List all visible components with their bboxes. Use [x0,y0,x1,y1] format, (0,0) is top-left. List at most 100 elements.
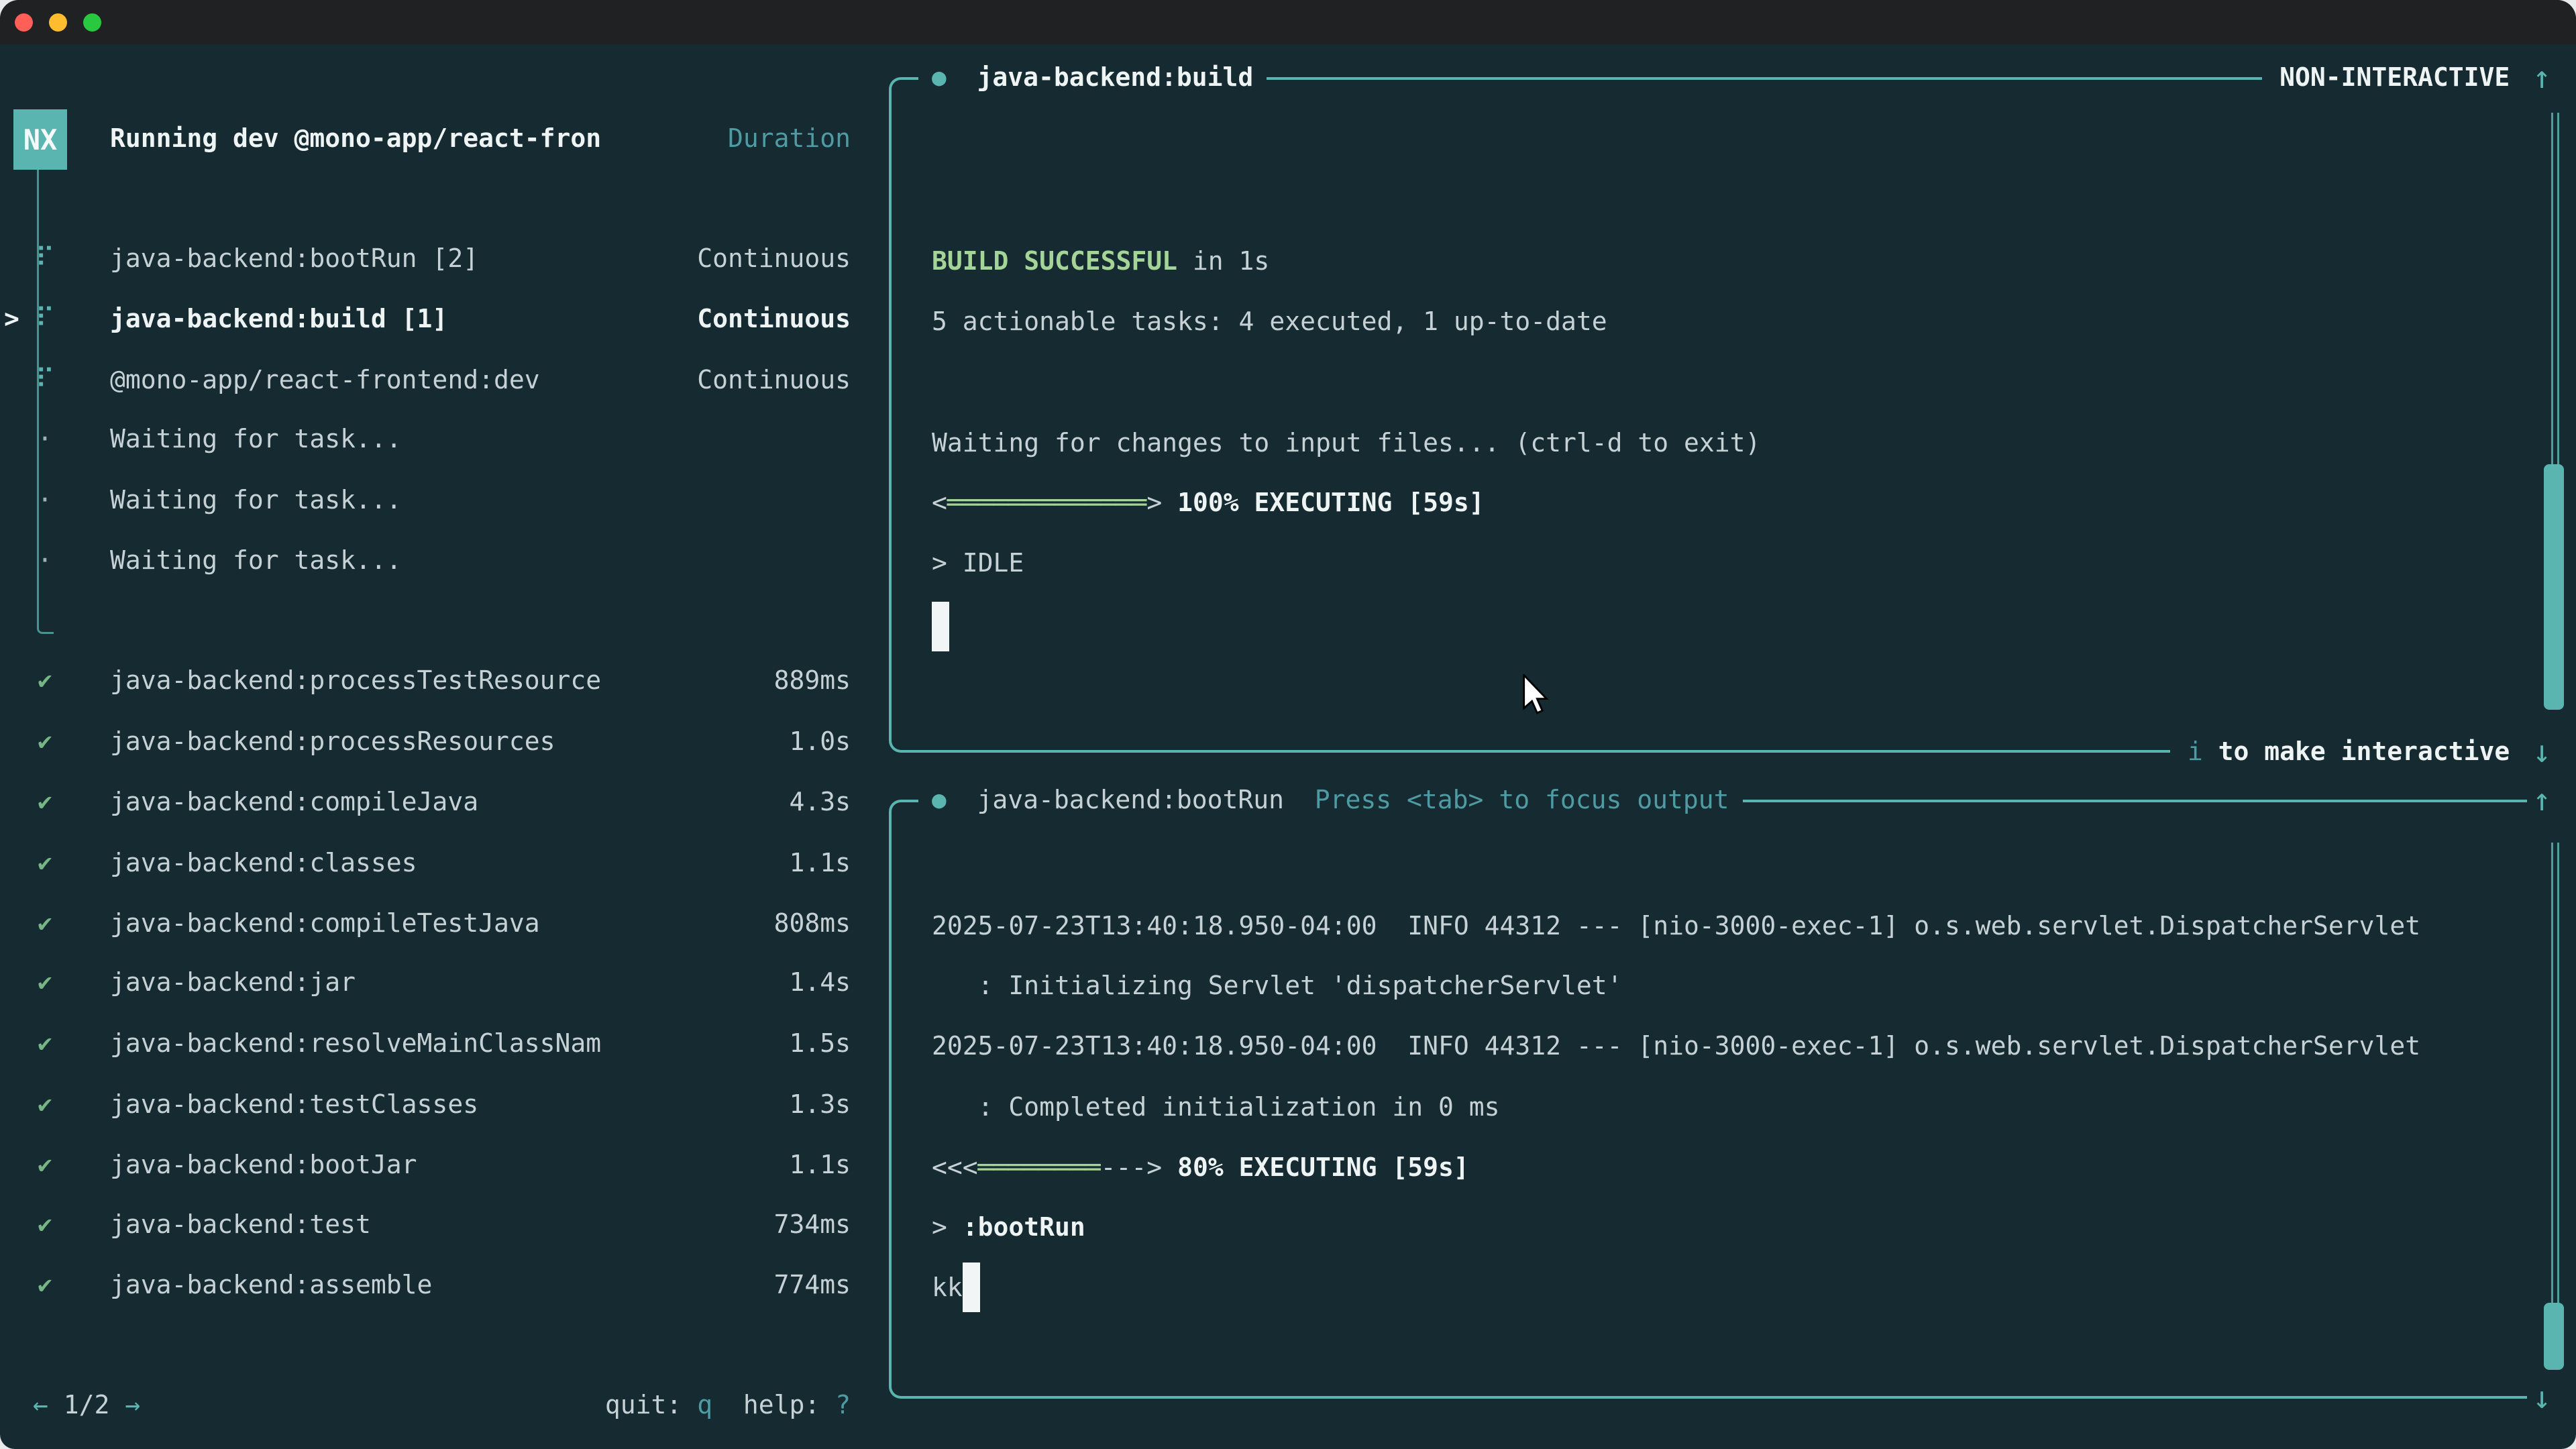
typed-text: kk [932,1273,963,1302]
bootrun-progress-line: <<<════════---> 80% EXECUTING [59s] [932,1137,1469,1197]
task-name: java-backend:testClasses [110,1074,478,1134]
check-icon: ✔ [38,969,52,996]
duration-column-header: Duration [728,108,851,168]
task-duration: 4.3s [789,771,851,832]
task-row-done[interactable]: ✔ java-backend:assemble 774ms [0,1254,889,1315]
scroll-up-icon[interactable]: ↑ [2532,59,2551,95]
task-row-frontend-dev[interactable]: ⠏ @mono-app/react-frontend:dev Continuou… [0,350,889,410]
scroll-down-icon[interactable]: ↓ [2532,1379,2551,1415]
task-name: Waiting for task... [110,409,402,469]
build-result-line: BUILD SUCCESSFUL in 1s [932,231,1269,291]
build-pane-scrollbar-thumb[interactable] [2544,464,2564,710]
spinner-icon: ⠏ [35,364,54,395]
task-row-done[interactable]: ✔ java-backend:processResources 1.0s [0,711,889,771]
scroll-up-icon[interactable]: ↑ [2532,782,2551,818]
task-row-waiting[interactable]: · Waiting for task... [0,530,889,590]
pane-status-dot-icon: ● [932,786,947,814]
sidebar-header: Running dev @mono-app/react-fron Duratio… [0,108,889,168]
check-icon: ✔ [38,1211,52,1238]
task-status: Continuous [697,350,851,410]
check-icon: ✔ [38,910,52,937]
quit-label: quit: [605,1390,697,1419]
terminal-cursor [963,1263,980,1312]
zoom-button[interactable] [83,13,101,32]
pager-next-arrow[interactable]: → [125,1390,140,1419]
terminal-cursor [932,602,949,651]
bootrun-pane-footer: ↓ [889,1367,2561,1428]
scroll-down-icon[interactable]: ↓ [2532,733,2551,769]
bootrun-prompt-line: > :bootRun [932,1197,1085,1257]
check-icon: ✔ [38,1091,52,1118]
task-duration: 774ms [774,1254,851,1315]
sidebar-footer: ← 1/2 → quit: q help: ? [0,1375,889,1435]
mouse-pointer-icon [1523,674,1550,716]
check-icon: ✔ [38,1030,52,1057]
check-icon: ✔ [38,667,52,694]
progress-bar: ═════════════ [947,488,1146,517]
bootrun-pane-header: ● java-backend:bootRun Press <tab> to fo… [889,769,2561,830]
task-list-title: Running dev @mono-app/react-fron [110,108,601,168]
non-interactive-badge: NON-INTERACTIVE [2279,62,2510,92]
window-titlebar [0,0,2576,44]
focus-hint: Press <tab> to focus output [1315,785,1729,814]
task-name: java-backend:jar [110,952,356,1012]
task-row-build-selected[interactable]: > ⠏ java-backend:build [1] Continuous [0,288,889,349]
task-name: java-backend:resolveMainClassNam [110,1013,601,1073]
quit-key-hint: q [697,1390,712,1419]
pager-prev-arrow[interactable]: ← [33,1390,48,1419]
task-row-done[interactable]: ✔ java-backend:processTestResource 889ms [0,650,889,710]
task-duration: 1.1s [789,833,851,893]
close-button[interactable] [15,13,33,32]
minimize-button[interactable] [49,13,67,32]
build-pane-header: ● java-backend:build NON-INTERACTIVE ↑ [889,47,2561,107]
check-icon: ✔ [38,849,52,877]
build-output-pane[interactable]: ● java-backend:build NON-INTERACTIVE ↑ B… [889,77,2561,753]
task-row-done[interactable]: ✔ java-backend:test 734ms [0,1194,889,1254]
task-name: java-backend:processTestResource [110,650,601,710]
build-cursor-line [932,596,949,657]
check-icon: ✔ [38,1271,52,1299]
progress-bar: ════════ [978,1152,1101,1182]
task-name: java-backend:assemble [110,1254,432,1315]
help-label: help: [712,1390,835,1419]
task-name: java-backend:classes [110,833,417,893]
task-name: java-backend:bootJar [110,1134,417,1195]
selection-caret-icon: > [4,288,19,349]
task-row-done[interactable]: ✔ java-backend:jar 1.4s [0,952,889,1012]
task-duration: 808ms [774,893,851,953]
task-row-waiting[interactable]: · Waiting for task... [0,409,889,469]
task-row-done[interactable]: ✔ java-backend:bootJar 1.1s [0,1134,889,1195]
pending-dot-icon: · [30,409,60,469]
typed-input-line[interactable]: kk [932,1257,980,1318]
spinner-icon: ⠏ [35,243,54,274]
task-row-done[interactable]: ✔ java-backend:compileJava 4.3s [0,771,889,832]
build-waiting-line: Waiting for changes to input files... (c… [932,413,1760,473]
bootrun-output-pane[interactable]: ● java-backend:bootRun Press <tab> to fo… [889,800,2561,1399]
bootrun-pane-scrollbar-thumb[interactable] [2544,1303,2564,1370]
bootrun-pane-scrollbar-track [2551,843,2559,1367]
log-line: 2025-07-23T13:40:18.950-04:00 INFO 44312… [932,1016,2420,1076]
task-name: Waiting for task... [110,470,402,530]
build-idle-line: > IDLE [932,533,1024,593]
task-name: java-backend:compileTestJava [110,893,540,953]
pane-title: java-backend:build [977,62,1253,92]
task-duration: 889ms [774,650,851,710]
task-name: java-backend:build [1] [110,288,447,349]
task-row-done[interactable]: ✔ java-backend:testClasses 1.3s [0,1074,889,1134]
pending-dot-icon: · [30,470,60,530]
terminal-window: NX Running dev @mono-app/react-fron Dura… [0,0,2576,1449]
check-icon: ✔ [38,788,52,816]
task-row-done[interactable]: ✔ java-backend:resolveMainClassNam 1.5s [0,1013,889,1073]
task-row-done[interactable]: ✔ java-backend:compileTestJava 808ms [0,893,889,953]
pane-status-dot-icon: ● [932,64,947,91]
task-status: Continuous [697,288,851,349]
task-duration: 734ms [774,1194,851,1254]
task-row-done[interactable]: ✔ java-backend:classes 1.1s [0,833,889,893]
task-row-waiting[interactable]: · Waiting for task... [0,470,889,530]
task-row-bootrun[interactable]: ⠏ java-backend:bootRun [2] Continuous [0,228,889,288]
task-status: Continuous [697,228,851,288]
task-name: java-backend:test [110,1194,371,1254]
build-summary-line: 5 actionable tasks: 4 executed, 1 up-to-… [932,291,1607,352]
interactive-key-hint: i [2188,737,2203,766]
spinner-icon: ⠏ [35,303,54,334]
